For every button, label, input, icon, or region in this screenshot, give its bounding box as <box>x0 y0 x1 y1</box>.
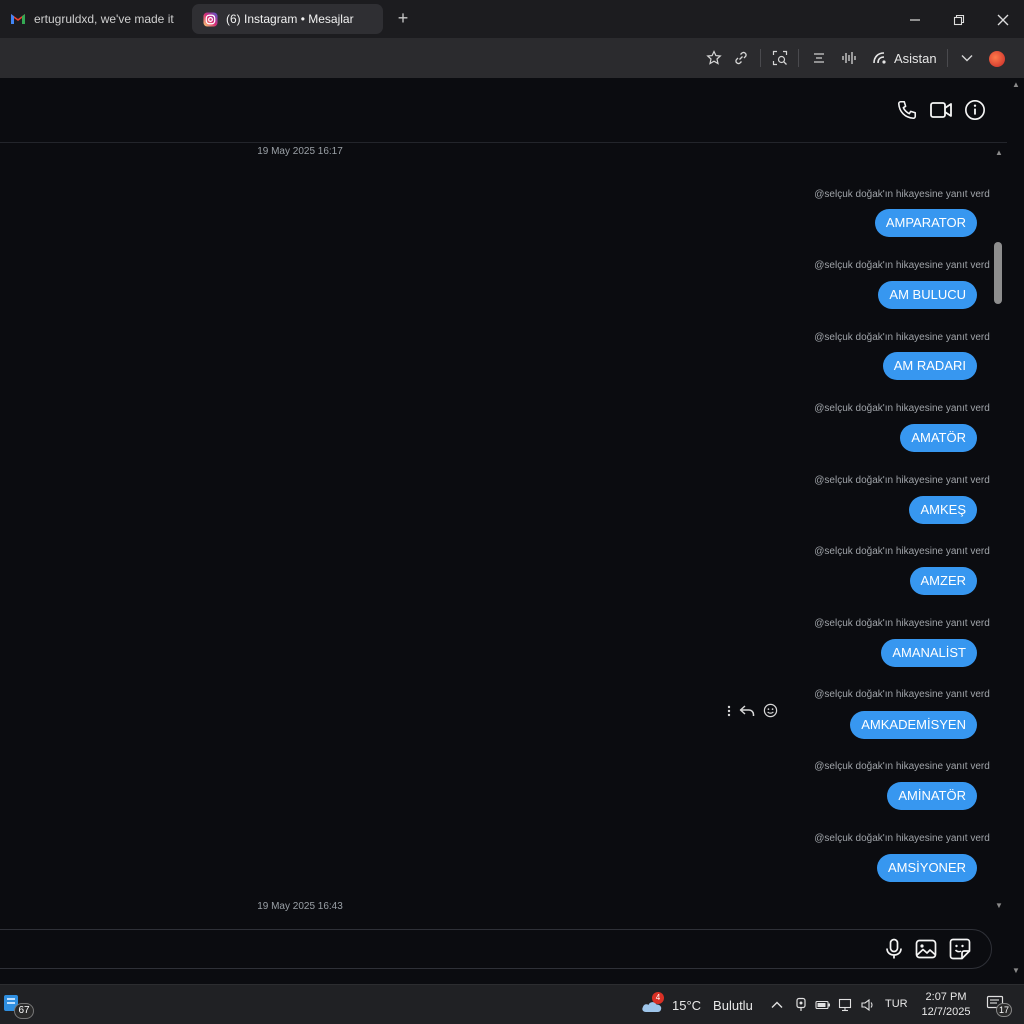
scroll-up-arrow[interactable]: ▲ <box>994 149 1004 157</box>
cloud-weather-icon: 4 <box>640 992 664 1015</box>
reply-context-text: @selçuk doğak'ın hikayesine yanıt verdi <box>814 188 992 200</box>
reply-context-text: @selçuk doğak'ın hikayesine yanıt verdi <box>814 760 992 772</box>
browser-toolbar: Asistan <box>0 38 1024 78</box>
message-bubble[interactable]: AMİNATÖR <box>887 782 977 810</box>
image-upload-icon[interactable] <box>914 937 938 961</box>
reply-context-text: @selçuk doğak'ın hikayesine yanıt verdi <box>814 331 992 343</box>
reply-context-text: @selçuk doğak'ın hikayesine yanıt verdi <box>814 617 992 629</box>
restore-icon[interactable] <box>948 9 970 31</box>
emoji-react-icon[interactable] <box>763 703 778 723</box>
page-scroll-down-arrow[interactable]: ▼ <box>1011 966 1021 975</box>
clock-time: 2:07 PM <box>925 991 967 1003</box>
tab-instagram[interactable]: (6) Instagram • Mesajlar <box>192 4 383 34</box>
sticker-icon[interactable] <box>948 937 972 961</box>
instagram-icon <box>202 11 218 27</box>
screenshot-search-icon[interactable] <box>770 48 790 68</box>
date-separator: 19 May 2025 16:43 <box>257 901 343 912</box>
message-bubble[interactable]: AMKEŞ <box>909 496 977 524</box>
temperature: 15°C <box>672 997 702 1013</box>
taskbar-app-badge: 67 <box>14 1003 34 1019</box>
new-tab-button[interactable]: + <box>393 8 413 29</box>
reply-context-text: @selçuk doğak'ın hikayesine yanıt verdi <box>814 832 992 844</box>
reply-context: @selçuk doğak'ın hikayesine yanıt verdi <box>814 259 1001 271</box>
audio-wave-icon[interactable] <box>839 48 859 68</box>
message-bubble[interactable]: AMSİYONER <box>876 854 977 882</box>
message-bubble[interactable]: AM RADARI <box>882 352 977 380</box>
network-icon[interactable] <box>837 996 855 1014</box>
video-call-icon[interactable] <box>929 98 953 122</box>
reply-context-text: @selçuk doğak'ın hikayesine yanıt verdi <box>814 545 992 557</box>
gmail-icon <box>10 11 26 27</box>
message-bubble[interactable]: AMZER <box>909 567 977 595</box>
reply-context-text: @selçuk doğak'ın hikayesine yanıt verdi <box>814 474 992 486</box>
message-actions <box>727 703 778 723</box>
reply-context: @selçuk doğak'ın hikayesine yanıt verdi <box>814 760 1001 772</box>
camera-tray-icon[interactable] <box>792 996 810 1014</box>
toolbar-divider <box>947 49 948 67</box>
scroll-down-arrow[interactable]: ▼ <box>994 902 1004 910</box>
input-language[interactable]: TUR <box>885 998 908 1010</box>
weather-condition: Bulutlu <box>713 997 753 1013</box>
chevron-down-icon[interactable] <box>957 48 977 68</box>
reply-context: @selçuk doğak'ın hikayesine yanıt verdi <box>814 474 1001 486</box>
chat-header <box>0 78 1007 143</box>
reader-mode-icon[interactable] <box>809 48 829 68</box>
reply-context: @selçuk doğak'ın hikayesine yanıt verdi <box>814 188 1001 200</box>
reply-context: @selçuk doğak'ın hikayesine yanıt verdi <box>814 688 1001 700</box>
reply-context: @selçuk doğak'ın hikayesine yanıt verdi <box>814 617 1001 629</box>
message-bubble[interactable]: AMANALİST <box>881 639 977 667</box>
notification-center[interactable]: 17 <box>986 995 1014 1017</box>
volume-icon[interactable] <box>859 996 877 1014</box>
phone-call-icon[interactable] <box>895 98 919 122</box>
chat-scroll-thumb[interactable] <box>994 242 1002 304</box>
message-bubble[interactable]: AMATÖR <box>900 424 977 452</box>
profile-avatar[interactable] <box>989 51 1005 67</box>
microphone-icon[interactable] <box>882 937 906 961</box>
assistant-button[interactable]: Asistan <box>872 48 937 68</box>
message-bubble[interactable]: AMKADEMİSYEN <box>850 711 977 739</box>
date-separator: 19 May 2025 16:17 <box>257 146 343 157</box>
weather-alert-badge: 4 <box>652 992 664 1004</box>
page-scroll-up-arrow[interactable]: ▲ <box>1011 80 1021 89</box>
tab-title: ertugruldxd, we've made it ea <box>34 12 176 26</box>
weather-widget[interactable]: 4 15°C Bulutlu <box>640 992 753 1016</box>
clock-date: 12/7/2025 <box>921 1006 971 1018</box>
reply-context-text: @selçuk doğak'ın hikayesine yanıt verdi <box>814 688 992 700</box>
tab-gmail[interactable]: ertugruldxd, we've made it ea <box>0 4 186 34</box>
battery-icon[interactable] <box>814 996 832 1014</box>
tab-title: (6) Instagram • Mesajlar <box>226 12 354 26</box>
link-icon[interactable] <box>731 48 751 68</box>
info-icon[interactable] <box>963 98 987 122</box>
reply-icon[interactable] <box>739 704 755 723</box>
close-icon[interactable] <box>992 9 1014 31</box>
page-scrollbar[interactable]: ▲ ▼ <box>1007 78 1024 983</box>
toolbar-divider <box>798 49 799 67</box>
message-input[interactable] <box>0 929 992 969</box>
more-options-icon[interactable] <box>727 704 731 723</box>
notification-count: 17 <box>996 1003 1012 1017</box>
message-bubble[interactable]: AM BULUCU <box>878 281 977 309</box>
reply-context-text: @selçuk doğak'ın hikayesine yanıt verdi <box>814 402 992 414</box>
reply-context: @selçuk doğak'ın hikayesine yanıt verdi <box>814 402 1001 414</box>
message-bubble[interactable]: AMPARATOR <box>874 209 977 237</box>
reply-context: @selçuk doğak'ın hikayesine yanıt verdi <box>814 832 1001 844</box>
bookmark-star-icon[interactable] <box>704 48 724 68</box>
reply-context-text: @selçuk doğak'ın hikayesine yanıt verdi <box>814 259 992 271</box>
chevron-up-icon[interactable] <box>768 996 786 1014</box>
reply-context: @selçuk doğak'ın hikayesine yanıt verdi <box>814 545 1001 557</box>
system-clock[interactable]: 2:07 PM 12/7/2025 <box>916 990 976 1020</box>
minimize-icon[interactable] <box>904 9 926 31</box>
reply-context: @selçuk doğak'ın hikayesine yanıt verdi <box>814 331 1001 343</box>
assistant-label: Asistan <box>894 50 937 66</box>
toolbar-divider <box>760 49 761 67</box>
assistant-icon <box>873 52 886 64</box>
browser-tab-strip: ertugruldxd, we've made it ea (6) Instag… <box>0 0 1024 38</box>
